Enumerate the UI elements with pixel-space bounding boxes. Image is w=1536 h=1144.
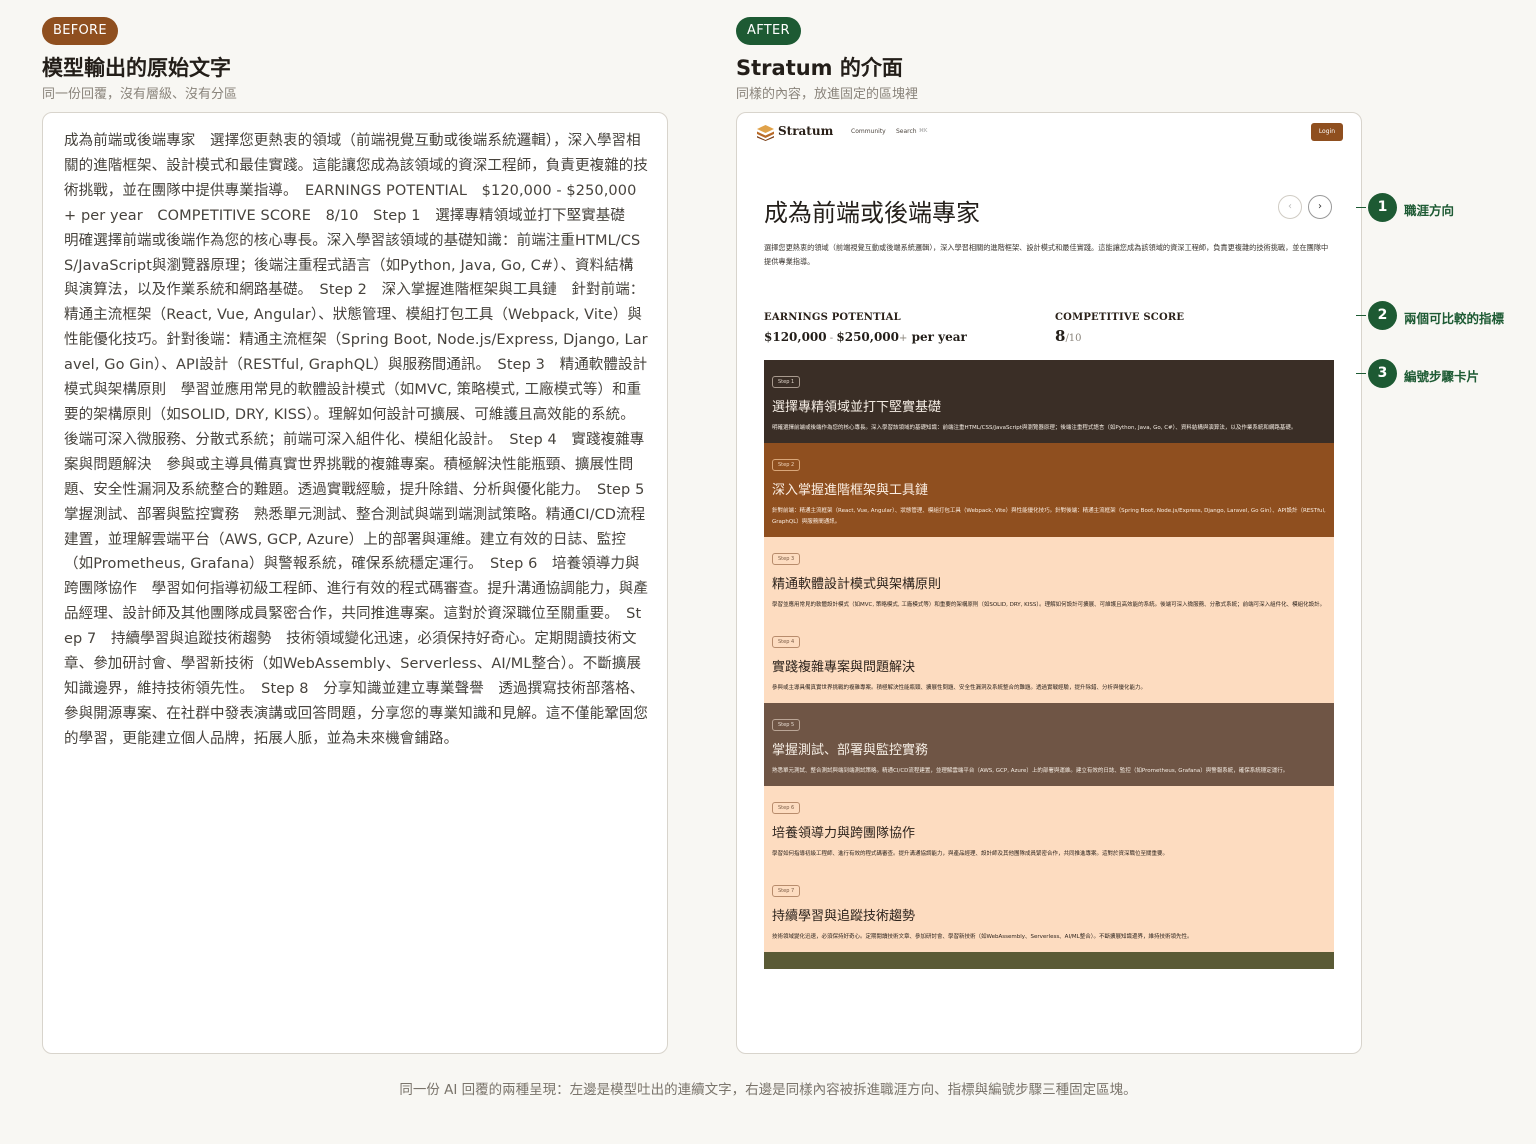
step-card-partial[interactable]: [764, 952, 1334, 969]
callout-label: 兩個可比較的指標: [1404, 311, 1505, 326]
step-tag: Step 4: [772, 636, 801, 648]
after-badge: AFTER: [736, 17, 801, 45]
step-tag: Step 2: [772, 459, 801, 471]
competitive-label: COMPETITIVE SCORE: [1055, 312, 1185, 323]
figure-caption: 同一份 AI 回覆的兩種呈現：左邊是模型吐出的連續文字，右邊是同樣內容被拆進職涯…: [399, 1082, 1137, 1098]
step-description: 學習並應用常見的軟體設計模式（如MVC, 策略模式, 工廠模式等）和重要的架構原…: [772, 602, 1326, 608]
raw-output-panel: 成為前端或後端專家 選擇您更熱衷的領域（前端視覺互動或後端系統邏輯），深入學習相…: [42, 112, 668, 1054]
step-title: 實踐複雜專案與問題解決: [772, 660, 916, 675]
top-nav: Stratum Community Search ⌘K Login: [757, 123, 1343, 145]
step-cards: Step 1 選擇專精領域並打下堅實基礎 明確選擇前端或後端作為您的核心專長。深…: [764, 360, 1334, 970]
callout-number: 3: [1368, 359, 1397, 388]
before-title: 模型輸出的原始文字: [42, 56, 231, 80]
step-title: 選擇專精領域並打下堅實基礎: [772, 400, 942, 415]
step-card[interactable]: Step 3 精通軟體設計模式與架構原則 學習並應用常見的軟體設計模式（如MVC…: [764, 537, 1334, 620]
step-description: 熟悉單元測試、整合測試與端到端測試策略。精通CI/CD流程建置，並理解雲端平台（…: [772, 768, 1289, 774]
nav-community-link[interactable]: Community: [851, 128, 886, 135]
step-card[interactable]: Step 7 持續學習與追蹤技術趨勢 技術領域變化迅速，必須保持好奇心。定期閱讀…: [764, 869, 1334, 952]
step-card[interactable]: Step 4 實踐複雜專案與問題解決 參與或主導具備真實世界挑戰的複雜專案。積極…: [764, 620, 1334, 703]
career-title: 成為前端或後端專家: [764, 199, 980, 227]
callout-number: 2: [1368, 301, 1397, 330]
competitive-value: 8/10: [1055, 327, 1082, 345]
stratum-app-panel: Stratum Community Search ⌘K Login 成為前端或後…: [736, 112, 1362, 1054]
step-card[interactable]: Step 1 選擇專精領域並打下堅實基礎 明確選擇前端或後端作為您的核心專長。深…: [764, 360, 1334, 443]
earnings-label: EARNINGS POTENTIAL: [764, 312, 901, 323]
step-description: 明確選擇前端或後端作為您的核心專長。深入學習該領域的基礎知識：前端注重HTML/…: [772, 425, 1297, 431]
step-card[interactable]: Step 2 深入掌握進階框架與工具鏈 針對前端：精通主流框架（React, V…: [764, 443, 1334, 537]
step-card[interactable]: Step 5 掌握測試、部署與監控實務 熟悉單元測試、整合測試與端到端測試策略。…: [764, 703, 1334, 786]
step-title: 培養領導力與跨團隊協作: [772, 826, 916, 841]
step-card[interactable]: Step 6 培養領導力與跨團隊協作 學習如何指導初級工程師、進行有效的程式碼審…: [764, 786, 1334, 869]
next-button[interactable]: ›: [1308, 195, 1332, 219]
search-shortcut: ⌘K: [919, 128, 928, 134]
step-tag: Step 5: [772, 719, 801, 731]
stratum-logo-text[interactable]: Stratum: [778, 124, 833, 138]
chevron-left-icon: ‹: [1288, 201, 1292, 212]
stratum-logo-icon: [757, 125, 774, 141]
step-tag: Step 1: [772, 376, 801, 388]
step-description: 技術領域變化迅速，必須保持好奇心。定期閱讀技術文章、參加研討會、學習新技術（如W…: [772, 934, 1193, 940]
step-tag: Step 3: [772, 553, 801, 565]
after-subtitle: 同樣的內容，放進固定的區塊裡: [736, 87, 919, 102]
before-subtitle: 同一份回覆，沒有層級、沒有分區: [42, 87, 238, 102]
step-tag: Step 7: [772, 885, 801, 897]
raw-output-text: 成為前端或後端專家 選擇您更熱衷的領域（前端視覺互動或後端系統邏輯），深入學習相…: [64, 133, 660, 747]
callout-label: 編號步驟卡片: [1404, 369, 1480, 384]
callout-label: 職涯方向: [1404, 203, 1455, 218]
step-description: 學習如何指導初級工程師、進行有效的程式碼審查。提升溝通協調能力，與產品經理、設計…: [772, 851, 1169, 857]
step-title: 持續學習與追蹤技術趨勢: [772, 909, 916, 924]
step-title: 深入掌握進階框架與工具鏈: [772, 483, 929, 498]
step-tag: Step 6: [772, 802, 801, 814]
earnings-value: $120,000 - $250,000+ per year: [764, 330, 967, 344]
callout-number: 1: [1368, 193, 1397, 222]
nav-search-link[interactable]: Search: [896, 128, 917, 135]
step-description: 參與或主導具備真實世界挑戰的複雜專案。積極解決性能瓶頸、擴展性問題、安全性漏洞及…: [772, 685, 1147, 691]
prev-button[interactable]: ‹: [1278, 195, 1302, 219]
before-badge: BEFORE: [42, 17, 118, 45]
step-description: 針對前端：精通主流框架（React, Vue, Angular）、狀態管理、模組…: [772, 508, 1326, 525]
career-description: 選擇您更熱衷的領域（前端視覺互動或後端系統邏輯），深入學習相關的進階框架、設計模…: [764, 243, 1329, 266]
step-title: 精通軟體設計模式與架構原則: [772, 577, 942, 592]
after-title: Stratum 的介面: [736, 56, 903, 80]
chevron-right-icon: ›: [1318, 201, 1322, 212]
login-button[interactable]: Login: [1310, 123, 1343, 141]
step-title: 掌握測試、部署與監控實務: [772, 743, 929, 758]
